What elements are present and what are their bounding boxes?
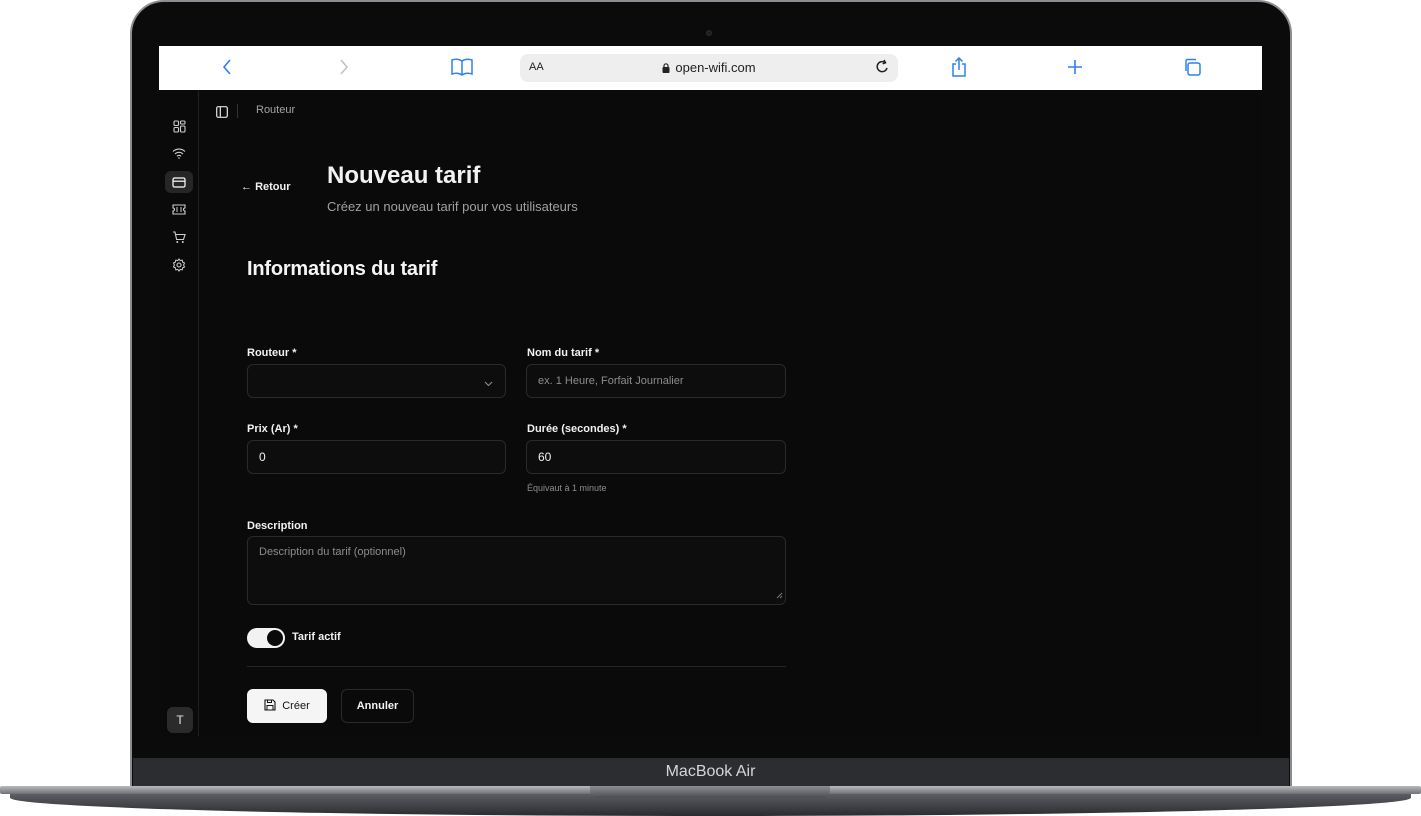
url-display[interactable]: open-wifi.com [520,60,898,75]
router-select[interactable] [247,364,506,398]
dashboard-icon[interactable] [165,115,193,137]
avatar[interactable]: T [167,707,193,733]
divider [247,666,786,667]
back-icon[interactable] [217,54,237,80]
lock-icon [662,63,670,73]
toggle-knob [267,630,283,646]
cart-icon[interactable] [165,226,193,248]
back-button[interactable]: ← Retour [241,181,291,193]
reload-icon[interactable] [874,59,890,80]
page-subtitle: Créez un nouveau tarif pour vos utilisat… [327,199,578,214]
router-label: Routeur * [247,347,297,359]
card-icon[interactable] [165,171,193,193]
camera-icon [706,30,712,36]
create-button[interactable]: Créer [247,689,327,723]
name-label: Nom du tarif * [527,347,600,359]
section-title: Informations du tarif [247,258,438,280]
duration-label: Durée (secondes) * [527,423,627,435]
description-label: Description [247,520,308,532]
create-button-label: Créer [282,700,310,712]
web-app: T Routeur ← Retour Nouveau tarif Créez u… [159,90,1262,736]
settings-icon[interactable] [165,254,193,276]
duration-hint: Équivaut à 1 minute [527,483,607,493]
description-field[interactable]: Description du tarif (optionnel) [247,536,786,605]
new-tab-icon[interactable] [1064,54,1086,80]
save-icon [264,698,276,714]
browser-toolbar: AA open-wifi.com [159,46,1262,90]
breadcrumb[interactable]: Routeur [256,104,295,116]
description-placeholder: Description du tarif (optionnel) [259,546,406,558]
duration-field[interactable]: 60 [526,440,786,474]
breadcrumb-separator [237,104,238,118]
ticket-icon[interactable] [165,198,193,220]
url-text: open-wifi.com [675,60,756,75]
price-field[interactable]: 0 [247,440,506,474]
resize-grip-icon[interactable] [776,590,783,602]
arrow-left-icon: ← [241,181,252,193]
screen: AA open-wifi.com T Routeur ← Retour Nouv… [159,46,1262,736]
cancel-button[interactable]: Annuler [341,689,414,723]
chevron-down-icon [484,376,493,390]
share-icon[interactable] [948,54,970,80]
price-label: Prix (Ar) * [247,423,298,435]
page-title: Nouveau tarif [327,162,481,189]
tabs-icon[interactable] [1181,54,1203,80]
device-brand: MacBook Air [665,763,756,780]
active-toggle-label: Tarif actif [292,631,341,643]
sidebar: T [159,90,199,736]
name-field[interactable]: ex. 1 Heure, Forfait Journalier [526,364,786,398]
laptop-hinge-notch [590,786,830,798]
forward-icon[interactable] [334,54,354,80]
active-toggle[interactable] [247,628,285,648]
sidebar-toggle-icon[interactable] [216,105,228,123]
wifi-icon[interactable] [165,142,193,164]
address-bar[interactable]: AA open-wifi.com [520,54,898,82]
bookmarks-icon[interactable] [449,54,475,80]
back-label: Retour [255,181,291,193]
